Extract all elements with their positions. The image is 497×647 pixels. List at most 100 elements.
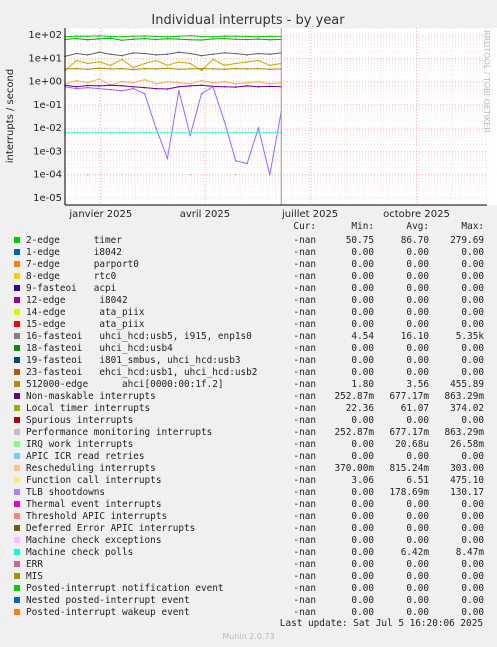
- legend-max: 0.00: [461, 559, 484, 570]
- legend-avg: 0.00: [406, 499, 429, 510]
- legend-min: 50.75: [345, 235, 374, 246]
- data-point: [121, 67, 123, 70]
- data-point: [234, 159, 237, 162]
- legend-row: Spurious interrupts -nan 0.00 0.00 0.00: [0, 415, 497, 427]
- legend-avg: 677.17m: [389, 427, 429, 438]
- data-point: [132, 35, 135, 37]
- data-point: [166, 80, 169, 83]
- legend-row: ERR -nan 0.00 0.00 0.00: [0, 559, 497, 571]
- data-point: [246, 38, 248, 41]
- data-point: [86, 39, 89, 41]
- legend-cur: -nan: [293, 607, 316, 618]
- legend-min: 252.87m: [334, 391, 374, 402]
- data-point: [200, 131, 203, 134]
- x-tick-label: janvier 2025: [68, 209, 132, 220]
- legend-min: 0.00: [351, 367, 374, 378]
- legend-avg: 0.00: [406, 343, 429, 354]
- data-point: [257, 67, 260, 70]
- data-point: [86, 86, 89, 89]
- legend-swatch: [14, 393, 20, 399]
- legend-label: 1-edge i8042: [26, 247, 122, 258]
- legend-min: 0.00: [351, 535, 374, 546]
- data-point: [269, 64, 271, 67]
- legend-swatch: [14, 345, 20, 351]
- data-point: [189, 52, 191, 55]
- legend-label: TLB shootdowns: [26, 487, 106, 498]
- y-tick-label: 1e-05: [33, 193, 62, 204]
- data-point: [155, 83, 157, 85]
- legend-row: Rescheduling interrupts -nan 370.00m 815.24…: [0, 463, 497, 475]
- legend-label: Local timer interrupts: [26, 403, 151, 414]
- legend-cur: -nan: [293, 451, 316, 462]
- legend-cur: -nan: [293, 439, 316, 450]
- data-point: [132, 81, 135, 84]
- legend-min: 0.00: [351, 547, 374, 558]
- legend-min: 0.00: [351, 295, 374, 306]
- data-point: [177, 90, 180, 92]
- data-point: [177, 81, 180, 84]
- legend-max: 0.00: [461, 511, 484, 522]
- legend-cur: -nan: [293, 259, 316, 270]
- data-point: [223, 85, 226, 88]
- legend-cur: -nan: [293, 283, 316, 294]
- data-point: [212, 53, 214, 55]
- legend-max: 0.00: [461, 367, 484, 378]
- legend-min: 0.00: [351, 595, 374, 606]
- data-point: [86, 81, 89, 84]
- legend-avg: 0.00: [406, 319, 429, 330]
- data-point: [98, 78, 100, 80]
- y-ticks: 1e+02 1e+01 1e+00 1e-01 1e-02 1e-03 1e-04 1e-05: [28, 30, 62, 204]
- legend-cur: -nan: [293, 499, 316, 510]
- data-point: [223, 35, 226, 37]
- legend-max: 0.00: [461, 343, 484, 354]
- legend-label: Non-maskable interrupts: [26, 391, 156, 402]
- data-point: [212, 35, 214, 38]
- legend-min: 0.00: [351, 439, 374, 450]
- legend-label: Posted-interrupt wakeup event: [26, 607, 190, 618]
- legend-swatch: [14, 537, 20, 543]
- legend-min: 0.00: [351, 307, 374, 318]
- legend-swatch: [14, 465, 20, 471]
- legend-avg: 0.00: [406, 523, 429, 534]
- legend-row: Machine check exceptions -nan 0.00 0.00 0.00: [0, 535, 497, 547]
- data-point: [257, 35, 260, 38]
- legend-label: 16-fasteoi uhci_hcd:usb5, i915, enp1s0: [26, 331, 252, 342]
- data-point: [269, 85, 271, 88]
- legend-cur: -nan: [293, 307, 316, 318]
- legend-min: 0.00: [351, 271, 374, 282]
- legend-min: 0.00: [351, 259, 374, 270]
- legend-swatch: [14, 513, 20, 519]
- data-point: [257, 52, 260, 55]
- data-point: [257, 38, 260, 40]
- header-cur: Cur:: [293, 221, 316, 232]
- data-point: [143, 62, 146, 65]
- data-point: [121, 90, 123, 92]
- data-point: [200, 54, 203, 57]
- legend-swatch: [14, 549, 20, 555]
- legend-swatch: [14, 597, 20, 603]
- legend-label: Threshold APIC interrupts: [26, 511, 168, 522]
- legend-max: 863.29m: [444, 427, 484, 438]
- legend-max: 0.00: [461, 247, 484, 258]
- legend-swatch: [14, 297, 20, 303]
- legend-label: Spurious interrupts: [26, 415, 134, 426]
- legend-label: Deferred Error APIC interrupts: [26, 523, 196, 534]
- legend-max: 374.02: [450, 403, 484, 414]
- data-point: [75, 87, 78, 90]
- data-point: [234, 173, 237, 176]
- data-point: [166, 88, 169, 90]
- data-point: [269, 35, 271, 38]
- data-point: [269, 53, 271, 55]
- legend-label: IRQ work interrupts: [26, 439, 134, 450]
- data-point: [246, 35, 248, 38]
- legend-max: 0.00: [461, 607, 484, 618]
- data-point: [98, 51, 100, 54]
- data-point: [132, 52, 135, 54]
- generator-credit: Munin 2.0.73: [222, 632, 275, 641]
- data-point: [86, 131, 89, 134]
- data-point: [246, 68, 248, 70]
- legend-row: 18-fasteoi uhci_hcd:usb4 -nan 0.00 0.00 0.00: [0, 343, 497, 355]
- last-update: Last update: Sat Jul 5 16:20:06 2025: [279, 618, 483, 629]
- data-point: [200, 67, 203, 70]
- data-point: [257, 80, 260, 83]
